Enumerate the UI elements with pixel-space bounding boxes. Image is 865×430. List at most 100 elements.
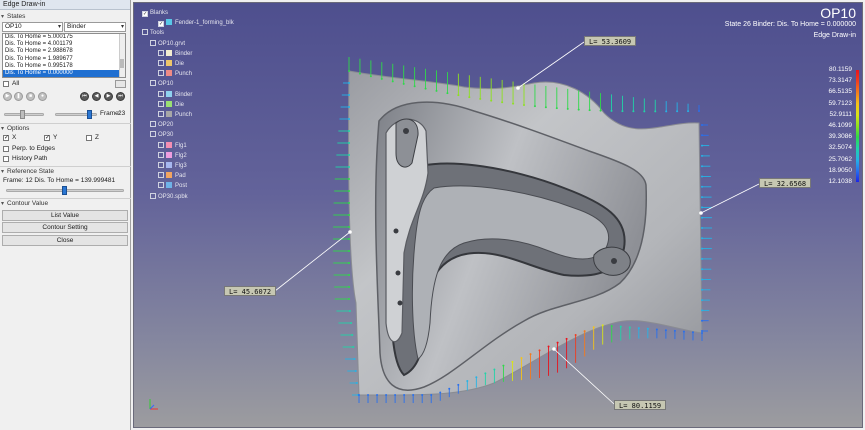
state-list-item[interactable]: Dis. To Home = 0.995178 (3, 63, 125, 70)
tree-item[interactable]: Punch (158, 110, 192, 120)
tree-checkbox[interactable] (150, 192, 156, 199)
tree-checkbox[interactable] (142, 29, 148, 36)
tree-checkbox[interactable] (150, 121, 156, 128)
tree-item[interactable]: Die (158, 59, 184, 69)
copy-icon[interactable] (115, 80, 126, 88)
tree-checkbox[interactable] (150, 80, 156, 87)
tree-checkbox[interactable] (150, 131, 156, 138)
tree-item[interactable]: OP20 (150, 120, 173, 130)
record-icon[interactable]: ● (38, 92, 47, 101)
vector-tip (511, 360, 514, 363)
tree-checkbox[interactable] (158, 172, 164, 179)
tree-checkbox[interactable] (158, 100, 164, 107)
tree-checkbox[interactable]: ✓ (142, 11, 148, 17)
tree-item[interactable]: Post (158, 181, 187, 191)
vector-tip (435, 89, 438, 92)
tree-item[interactable]: Punch (158, 69, 192, 79)
last-frame-icon[interactable]: ⏭ (116, 92, 125, 101)
history-path-checkbox[interactable] (3, 156, 9, 162)
frame-value: 23 (118, 110, 126, 117)
speed-slider-thumb[interactable] (20, 110, 25, 119)
vector-tip (358, 72, 361, 75)
legend-color-band (856, 70, 859, 82)
options-section-header[interactable]: ▾ Options (1, 124, 29, 133)
tree-item-label: Die (175, 101, 185, 108)
frame-slider-thumb[interactable] (87, 110, 93, 119)
vector-tip (348, 190, 350, 192)
tree-checkbox[interactable] (158, 49, 164, 56)
tree-checkbox[interactable] (150, 39, 156, 46)
state-list[interactable]: Dis. To Home = 5.000175 Dis. To Home = 4.… (2, 33, 126, 78)
states-section-header[interactable]: ▾ States (1, 12, 25, 21)
state-list-scrollbar[interactable] (119, 34, 125, 77)
perp-to-edges-checkbox[interactable] (3, 146, 9, 152)
scrollbar-thumb[interactable] (120, 59, 124, 68)
tree-item[interactable]: Flg3 (158, 161, 187, 171)
tree-item[interactable]: OP30 (150, 130, 173, 140)
state-list-item[interactable]: Dis. To Home = 2.988678 (3, 48, 125, 55)
list-value-button[interactable]: List Value (2, 210, 128, 221)
tree-checkbox[interactable]: ✓ (158, 21, 164, 28)
vector-tip (691, 331, 694, 334)
tree-item[interactable]: Die (158, 100, 184, 110)
chevron-down-icon: ▾ (57, 24, 61, 30)
perp-to-edges-label: Perp. to Edges (12, 145, 55, 152)
tree-checkbox[interactable] (158, 90, 164, 97)
reference-section-header[interactable]: ▾ Reference State (1, 167, 54, 176)
tree-checkbox[interactable] (158, 70, 164, 77)
vector-tip (654, 110, 657, 113)
tree-checkbox[interactable] (158, 141, 164, 148)
vector-tip (348, 118, 350, 120)
state-list-item[interactable]: Dis. To Home = 5.000175 (3, 34, 125, 41)
vector-tip (555, 107, 558, 110)
tool-select[interactable]: Binder ▾ (64, 22, 126, 32)
first-frame-icon[interactable]: ⏮ (80, 92, 89, 101)
callout-anchor (552, 347, 556, 351)
state-list-item[interactable]: Dis. To Home = 0.000000 (3, 69, 125, 77)
vector-tip (439, 391, 442, 394)
draw-in-callout-right: L= 32.6568 (759, 178, 812, 188)
tree-checkbox[interactable] (158, 162, 164, 168)
tree-checkbox[interactable] (158, 151, 164, 158)
tree-item[interactable]: ✓ Blanks (142, 8, 168, 18)
x-checkbox[interactable]: ✓ (3, 135, 9, 141)
contour-setting-button[interactable]: Contour Setting (2, 222, 128, 233)
vector-tip (701, 144, 703, 147)
tree-item[interactable]: Pad (158, 171, 186, 181)
vector-tip (682, 330, 685, 333)
tree-item[interactable]: OP10.grvt (150, 39, 185, 49)
tree-checkbox[interactable] (158, 182, 164, 189)
state-list-item[interactable]: Dis. To Home = 1.989677 (3, 56, 125, 63)
tree-item[interactable]: Tools (142, 28, 164, 38)
color-swatch (166, 182, 172, 189)
pause-icon[interactable]: ❚ (14, 92, 23, 101)
color-swatch (166, 90, 172, 97)
z-checkbox[interactable] (86, 135, 92, 141)
vector-tip (556, 341, 559, 344)
state-list-item[interactable]: Dis. To Home = 4.001179 (3, 41, 125, 48)
stop-icon[interactable]: ■ (26, 92, 35, 101)
previous-frame-icon[interactable]: ◀ (92, 92, 101, 101)
next-frame-icon[interactable]: ▶ (104, 92, 113, 101)
reference-slider-thumb[interactable] (61, 186, 67, 195)
tree-item-label: OP10.grvt (158, 40, 186, 47)
contour-section-header[interactable]: ▾ Contour Value (1, 199, 48, 208)
y-checkbox[interactable]: ✓ (44, 135, 50, 141)
tree-checkbox[interactable] (158, 60, 164, 66)
tree-item[interactable]: Flg1 (158, 141, 187, 151)
tree-item[interactable]: Binder (158, 49, 192, 59)
tree-checkbox[interactable] (158, 111, 164, 117)
close-button[interactable]: Close (2, 235, 128, 246)
tree-item[interactable]: OP30.spbk (150, 192, 188, 202)
vector-tip (348, 298, 350, 300)
tree-item[interactable]: Flg2 (158, 151, 187, 161)
tree-item[interactable]: OP10 (150, 79, 173, 89)
play-icon[interactable]: ▶ (3, 92, 12, 101)
tree-item[interactable]: Binder (158, 90, 192, 100)
3d-viewport[interactable]: ✓ Blanks ✓ Fender-1_forming_blk Tools OP10.gr… (133, 2, 863, 428)
all-checkbox[interactable] (3, 81, 9, 87)
tree-item[interactable]: ✓ Fender-1_forming_blk (158, 18, 234, 28)
mounting-hole (397, 300, 403, 306)
vector-tip (687, 110, 690, 113)
op-select[interactable]: OP10 ▾ (2, 22, 63, 32)
